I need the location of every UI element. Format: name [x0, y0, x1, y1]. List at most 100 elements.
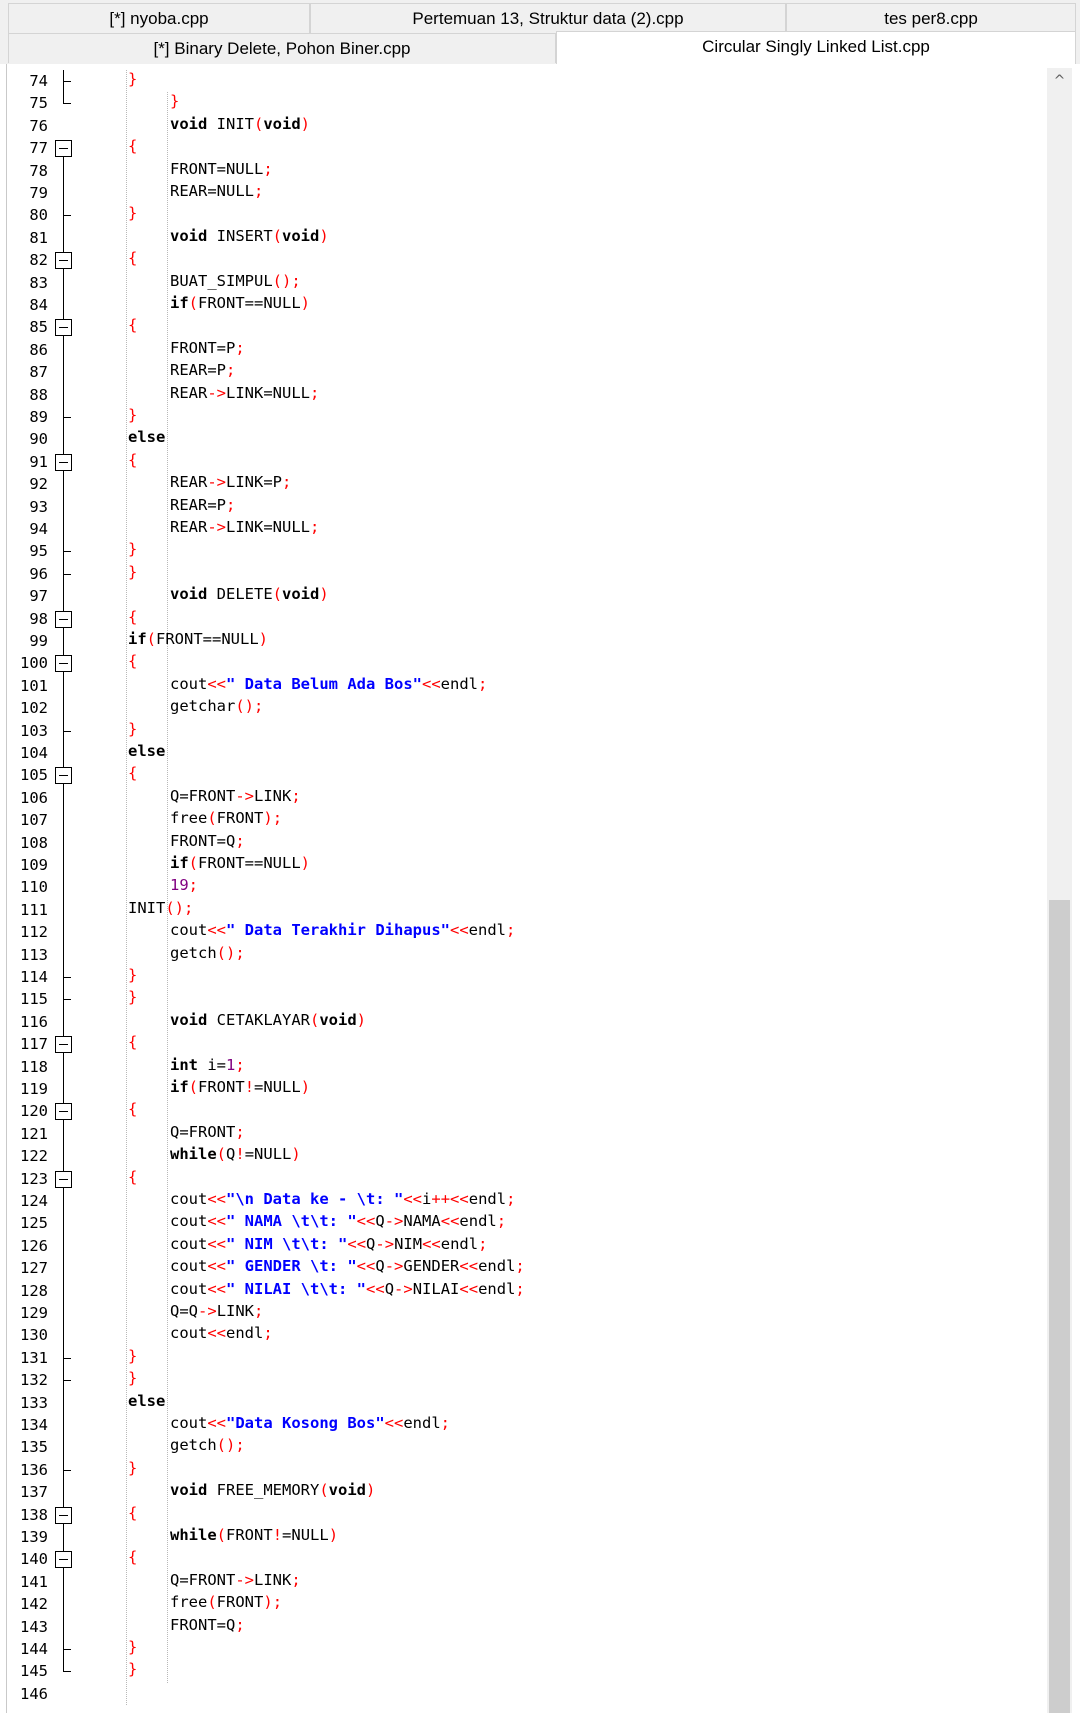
code-line: else: [128, 1391, 166, 1410]
line-number: 110: [20, 878, 48, 897]
fold-branch-marker: [63, 1649, 71, 1650]
fold-collapse-icon[interactable]: [55, 252, 72, 270]
line-number: 85: [29, 318, 48, 337]
line-number: 136: [20, 1460, 48, 1479]
code-line: }: [128, 70, 138, 88]
line-number: 117: [20, 1035, 48, 1054]
tab-bar: [*] nyoba.cpp Pertemuan 13, Struktur dat…: [0, 0, 1080, 64]
line-number: 105: [20, 766, 48, 785]
code-line: }: [128, 1346, 138, 1365]
tab-circular-singly-linked-list[interactable]: Circular Singly Linked List.cpp: [556, 31, 1076, 64]
line-number: 87: [29, 363, 48, 382]
code-line: getch();: [170, 1436, 245, 1455]
code-line: }: [128, 406, 138, 424]
line-number: 146: [20, 1684, 48, 1703]
fold-collapse-icon[interactable]: [55, 767, 72, 785]
code-line: if(FRONT==NULL): [128, 630, 269, 648]
code-line: FRONT=Q;: [170, 1615, 245, 1634]
code-line: void INSERT(void): [170, 226, 329, 245]
code-line: if(FRONT!=NULL): [170, 1078, 311, 1096]
code-line: {: [128, 1167, 138, 1186]
line-number: 125: [20, 1214, 48, 1233]
code-line: if(FRONT==NULL): [170, 854, 311, 872]
code-line: cout<<"Data Kosong Bos"<<endl;: [170, 1414, 451, 1432]
fold-collapse-icon[interactable]: [55, 1170, 72, 1188]
code-line: void FREE_MEMORY(void): [170, 1481, 376, 1500]
line-number: 114: [20, 968, 48, 986]
code-editor[interactable]: }} void INIT(void) {FRONT=NULL; REAR=NULL;}…: [88, 68, 1038, 1713]
fold-collapse-icon[interactable]: [55, 140, 72, 158]
code-line: }: [128, 1660, 138, 1679]
line-number: 88: [29, 385, 48, 404]
code-line: FRONT=P;: [170, 338, 245, 357]
line-number: 138: [20, 1505, 48, 1524]
code-line: REAR->LINK=NULL;: [170, 518, 320, 536]
code-line: }: [128, 1638, 138, 1656]
code-line: }: [128, 540, 138, 559]
code-line: }: [170, 92, 180, 111]
line-number: 145: [20, 1662, 48, 1681]
fold-collapse-icon[interactable]: [55, 655, 72, 673]
code-line: }: [128, 204, 138, 223]
indent-guide: [126, 70, 127, 1706]
code-line: cout<<" GENDER \t: "<<Q->GENDER<<endl;: [170, 1257, 525, 1276]
fold-collapse-icon[interactable]: [55, 1506, 72, 1524]
line-number: 143: [20, 1617, 48, 1636]
fold-collapse-icon[interactable]: [55, 319, 72, 337]
tab-tes-per8[interactable]: tes per8.cpp: [786, 3, 1076, 33]
scrollbar-thumb[interactable]: [1049, 900, 1070, 1713]
line-number: 95: [29, 542, 48, 561]
code-line: free(FRONT);: [170, 809, 283, 828]
fold-collapse-icon[interactable]: [55, 453, 72, 471]
line-number: 84: [29, 296, 48, 314]
line-number: 103: [20, 721, 48, 740]
line-number: 104: [20, 744, 48, 762]
code-line: void INIT(void): [170, 114, 311, 133]
line-number: 135: [20, 1438, 48, 1457]
fold-guide-line: [63, 148, 64, 1672]
code-line: FRONT=NULL;: [170, 159, 273, 178]
line-number: 120: [20, 1102, 48, 1121]
fold-collapse-icon[interactable]: [55, 1103, 72, 1121]
line-number: 74: [29, 72, 48, 90]
line-number: 132: [20, 1371, 48, 1390]
line-number: 118: [20, 1057, 48, 1076]
code-line: {: [128, 1548, 138, 1567]
fold-branch-marker: [63, 551, 71, 553]
line-number: 97: [29, 587, 48, 606]
line-number: 131: [20, 1348, 48, 1367]
fold-collapse-icon[interactable]: [55, 610, 72, 628]
line-number: 116: [20, 1012, 48, 1031]
code-line: cout<<endl;: [170, 1324, 273, 1343]
indent-guide: [167, 92, 168, 1683]
line-number: 106: [20, 788, 48, 807]
line-number: 86: [29, 340, 48, 359]
fold-branch-marker: [63, 730, 71, 732]
code-line: {: [128, 764, 138, 783]
code-line: REAR->LINK=NULL;: [170, 383, 320, 402]
fold-collapse-icon[interactable]: [55, 1036, 72, 1054]
fold-collapse-icon[interactable]: [55, 1551, 72, 1569]
line-number: 98: [29, 609, 48, 628]
line-number: 78: [29, 161, 48, 180]
code-line: }: [128, 966, 138, 984]
code-line: REAR=P;: [170, 361, 236, 380]
line-number: 94: [29, 520, 48, 538]
tab-nyoba[interactable]: [*] nyoba.cpp: [8, 3, 310, 33]
tab-pertemuan-13[interactable]: Pertemuan 13, Struktur data (2).cpp: [310, 3, 786, 33]
code-line: {: [128, 1033, 138, 1052]
code-line: cout<<" Data Terakhir Dihapus"<<endl;: [170, 921, 516, 940]
fold-end-marker: [63, 999, 71, 1001]
line-number: 113: [20, 945, 48, 964]
code-line: REAR->LINK=P;: [170, 473, 292, 492]
line-number: 96: [29, 564, 48, 583]
code-line: 19;: [170, 876, 199, 895]
code-line: {: [128, 450, 138, 469]
tab-binary-delete[interactable]: [*] Binary Delete, Pohon Biner.cpp: [8, 33, 556, 63]
code-line: INIT();: [128, 898, 194, 917]
line-number: 75: [29, 94, 48, 113]
line-number: 79: [29, 184, 48, 202]
scroll-up-arrow-icon[interactable]: ^: [1047, 68, 1072, 92]
code-line: if(FRONT==NULL): [170, 294, 311, 312]
line-number: 112: [20, 923, 48, 942]
